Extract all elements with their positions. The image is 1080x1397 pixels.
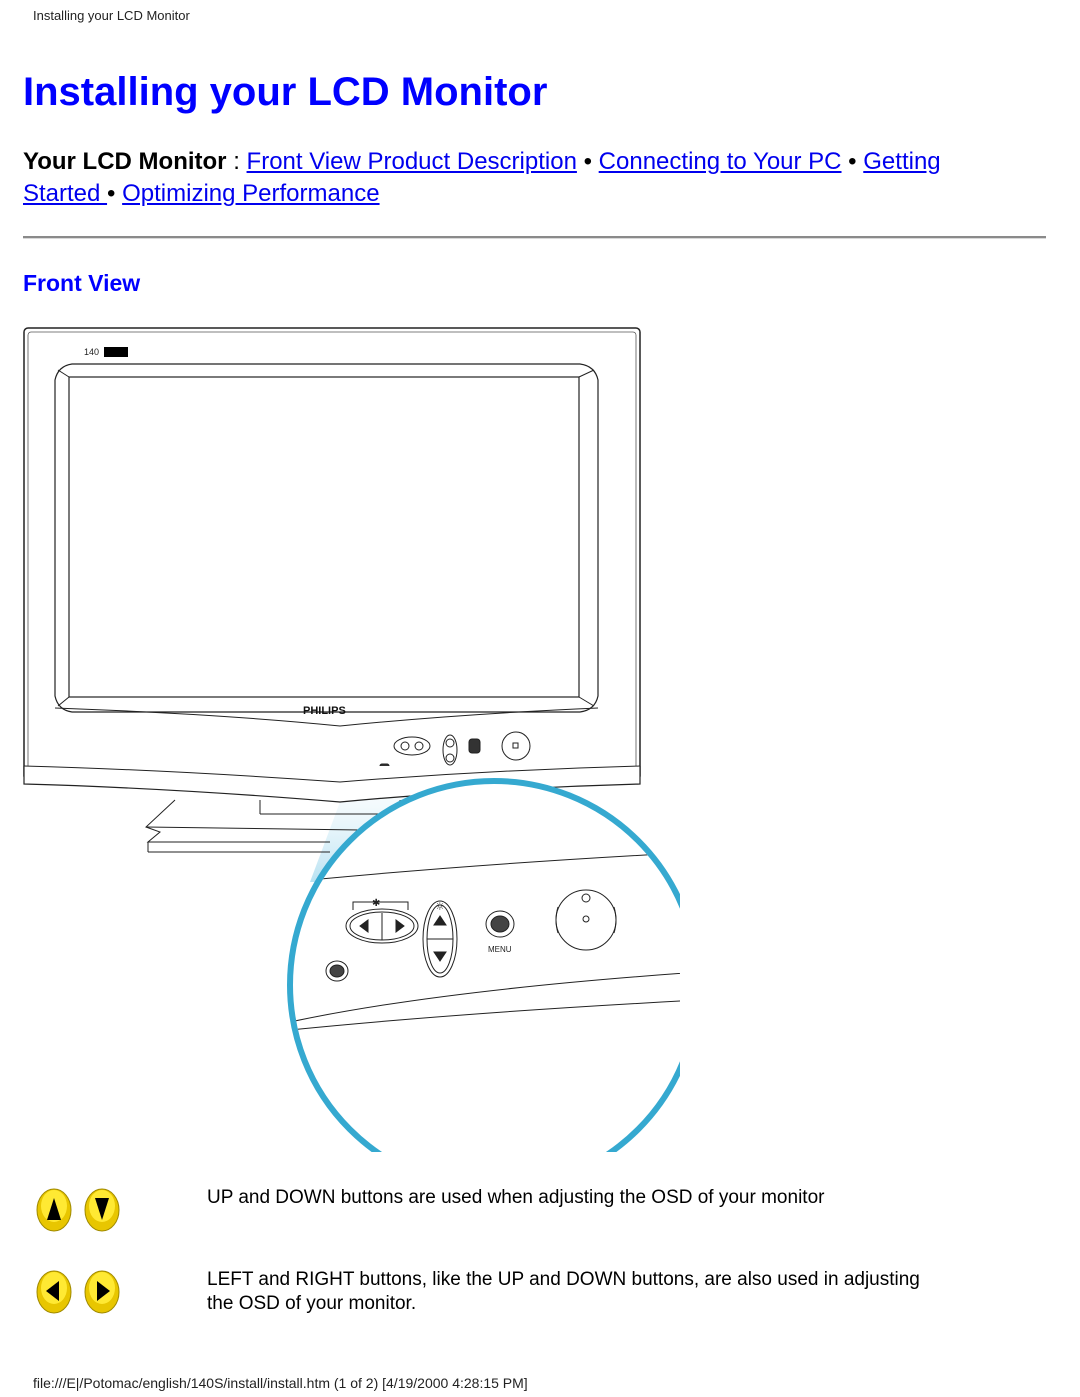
down-arrow-icon bbox=[84, 1188, 120, 1232]
running-head: Installing your LCD Monitor bbox=[33, 8, 190, 23]
right-arrow-icon bbox=[84, 1270, 120, 1314]
nav-colon: : bbox=[226, 148, 247, 175]
model-label: 140 bbox=[84, 347, 99, 357]
nav-bullet: • bbox=[576, 148, 599, 175]
page-footer: file:///E|/Potomac/english/140S/install/… bbox=[33, 1375, 528, 1391]
left-right-icons bbox=[30, 1268, 134, 1314]
nav-link-connecting[interactable]: Connecting to Your PC bbox=[599, 148, 842, 175]
monitor-front-view-figure: 140 PHILIPS ✱ ☼ MENU bbox=[20, 322, 680, 1152]
monitor-illustration: 140 PHILIPS ✱ ☼ MENU bbox=[23, 327, 680, 1152]
section-nav: Your LCD Monitor : Front View Product De… bbox=[23, 146, 1023, 210]
nav-bullet: • bbox=[841, 148, 864, 175]
left-arrow-icon bbox=[36, 1270, 72, 1314]
up-down-icons bbox=[30, 1186, 134, 1232]
screen bbox=[68, 376, 580, 698]
nav-bullet: • bbox=[107, 180, 123, 207]
svg-text:MENU: MENU bbox=[488, 945, 512, 954]
model-badge bbox=[104, 347, 128, 357]
nav-lead: Your LCD Monitor bbox=[23, 148, 227, 175]
description-text: LEFT and RIGHT buttons, like the UP and … bbox=[207, 1269, 920, 1314]
svg-text:✱: ✱ bbox=[372, 898, 380, 909]
nav-link-optimizing[interactable]: Optimizing Performance bbox=[122, 180, 379, 207]
section-title: Front View bbox=[23, 270, 141, 296]
page-title: Installing your LCD Monitor bbox=[23, 70, 548, 114]
brand-logo: PHILIPS bbox=[303, 705, 346, 717]
nav-link-front-view[interactable]: Front View Product Description bbox=[247, 148, 577, 175]
horizontal-rule bbox=[23, 236, 1046, 239]
up-arrow-icon bbox=[36, 1188, 72, 1232]
description-text: UP and DOWN buttons are used when adjust… bbox=[207, 1187, 825, 1208]
